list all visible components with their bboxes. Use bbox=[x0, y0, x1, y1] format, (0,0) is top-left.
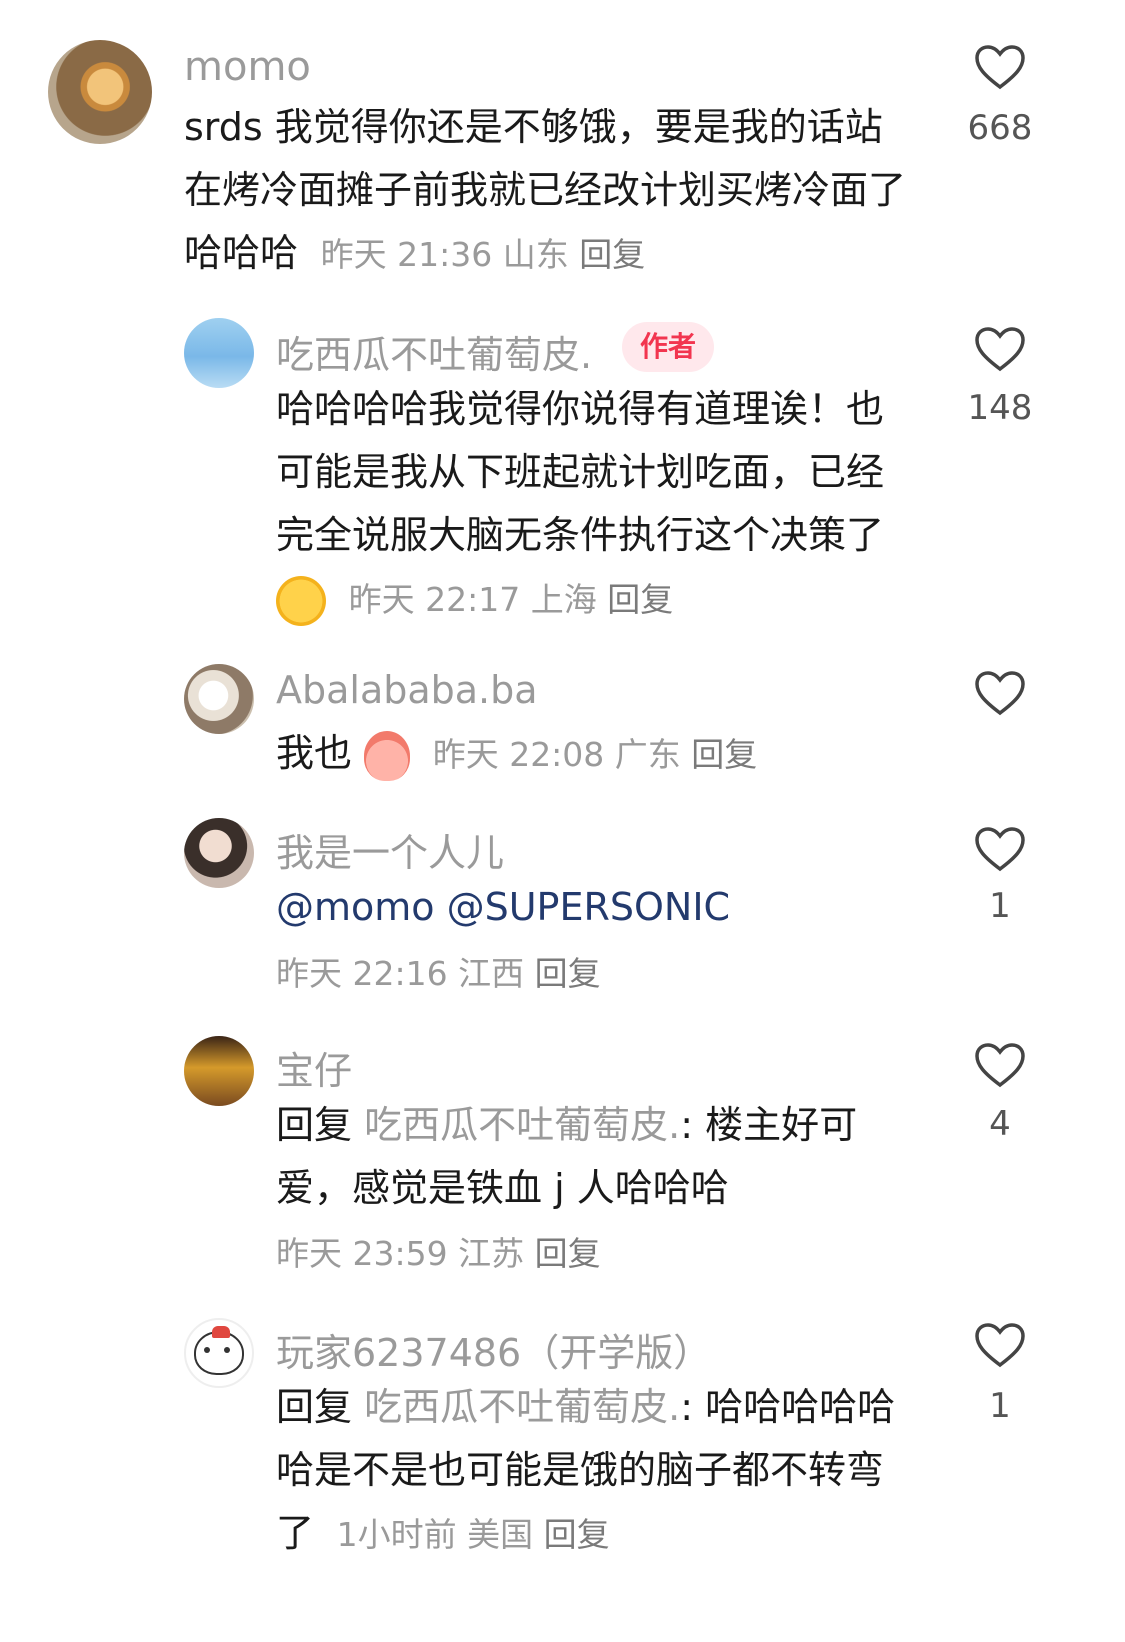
like-heart-icon[interactable] bbox=[974, 1322, 1026, 1368]
comment-time: 昨天 23:59 bbox=[276, 1234, 448, 1273]
comment-location: 美国 bbox=[467, 1515, 534, 1554]
like-heart-icon[interactable] bbox=[974, 826, 1026, 872]
comment-text: srds 我觉得你还是不够饿，要是我的话站在烤冷面摊子前我就已经改计划买烤冷面了… bbox=[184, 96, 914, 286]
reply-button[interactable]: 回复 bbox=[691, 735, 757, 774]
avatar[interactable] bbox=[184, 1318, 254, 1388]
reply-button[interactable]: 回复 bbox=[579, 235, 645, 274]
comment-location: 江西 bbox=[458, 954, 525, 993]
commenter-name[interactable]: 玩家6237486（开学版） bbox=[276, 1322, 711, 1377]
author-badge: 作者 bbox=[622, 322, 715, 372]
like-count: 668 bbox=[967, 108, 1033, 148]
reply-button[interactable]: 回复 bbox=[544, 1515, 610, 1554]
like-count: 4 bbox=[989, 1104, 1011, 1144]
like-count: 148 bbox=[967, 388, 1033, 428]
avatar[interactable] bbox=[48, 40, 152, 144]
comment-body: 我也 bbox=[276, 731, 353, 775]
comment-text: 哈哈哈哈我觉得你说得有道理诶！也可能是我从下班起就计划吃面，已经完全说服大脑无条… bbox=[276, 378, 916, 631]
laughing-tears-emoji-icon bbox=[276, 575, 326, 626]
avatar[interactable] bbox=[184, 318, 254, 388]
comment-time: 昨天 22:16 bbox=[276, 954, 448, 993]
replied-user-name[interactable]: 吃西瓜不吐葡萄皮. bbox=[364, 1103, 680, 1147]
comment-text: 回复 吃西瓜不吐葡萄皮.: 楼主好可爱，感觉是铁血 j 人哈哈哈 bbox=[276, 1094, 916, 1220]
commenter-name[interactable]: 吃西瓜不吐葡萄皮. bbox=[276, 324, 592, 379]
like-heart-icon[interactable] bbox=[974, 1042, 1026, 1088]
comment-meta: 1小时前 美国 回复 bbox=[326, 1515, 610, 1554]
comment-location: 江苏 bbox=[458, 1234, 525, 1273]
comment-location: 上海 bbox=[530, 580, 597, 619]
mention-link[interactable]: @SUPERSONIC bbox=[447, 885, 730, 929]
comment-text: @momo @SUPERSONIC bbox=[276, 876, 916, 939]
replied-user-name[interactable]: 吃西瓜不吐葡萄皮. bbox=[364, 1385, 680, 1429]
avatar[interactable] bbox=[184, 664, 254, 734]
colon: : bbox=[680, 1103, 694, 1147]
reply-button[interactable]: 回复 bbox=[607, 580, 673, 619]
comment-time: 昨天 22:17 bbox=[348, 580, 521, 619]
comment-time: 1小时前 bbox=[336, 1515, 457, 1554]
avatar[interactable] bbox=[184, 818, 254, 888]
comment-location: 山东 bbox=[502, 235, 569, 274]
comment-meta: 昨天 22:08 广东 回复 bbox=[422, 735, 758, 774]
comment-time: 昨天 22:08 bbox=[432, 735, 605, 774]
comment-meta: 昨天 21:36 山东 回复 bbox=[310, 235, 646, 274]
comment-meta: 昨天 23:59 江苏 回复 bbox=[276, 1222, 601, 1285]
reply-button[interactable]: 回复 bbox=[535, 1234, 601, 1273]
reply-button[interactable]: 回复 bbox=[535, 954, 601, 993]
colon: : bbox=[680, 1385, 694, 1429]
reply-prefix: 回复 bbox=[276, 1103, 353, 1147]
reply-prefix: 回复 bbox=[276, 1385, 353, 1429]
mention-link[interactable]: @momo bbox=[276, 885, 435, 929]
commenter-name[interactable]: Abalababa.ba bbox=[276, 668, 538, 712]
comment-time: 昨天 21:36 bbox=[320, 235, 493, 274]
like-count: 1 bbox=[989, 886, 1011, 926]
like-heart-icon[interactable] bbox=[974, 44, 1026, 90]
like-count: 1 bbox=[989, 1386, 1011, 1426]
commenter-name[interactable]: 宝仔 bbox=[276, 1040, 352, 1095]
commenter-name[interactable]: 我是一个人儿 bbox=[276, 822, 504, 877]
comment-body: 哈哈哈哈我觉得你说得有道理诶！也可能是我从下班起就计划吃面，已经完全说服大脑无条… bbox=[276, 387, 885, 557]
comment-meta: 昨天 22:16 江西 回复 bbox=[276, 942, 601, 1005]
peach-emoji-icon bbox=[364, 730, 411, 781]
like-heart-icon[interactable] bbox=[974, 670, 1026, 716]
comment-text: 回复 吃西瓜不吐葡萄皮.: 哈哈哈哈哈哈是不是也可能是饿的脑子都不转弯了 1小时… bbox=[276, 1376, 916, 1566]
avatar[interactable] bbox=[184, 1036, 254, 1106]
like-heart-icon[interactable] bbox=[974, 326, 1026, 372]
comment-text: 我也 昨天 22:08 广东 回复 bbox=[276, 722, 916, 786]
comment-location: 广东 bbox=[614, 735, 681, 774]
comment-meta: 昨天 22:17 上海 回复 bbox=[338, 580, 674, 619]
commenter-name[interactable]: momo bbox=[184, 44, 311, 90]
avatar-hat-icon bbox=[212, 1326, 230, 1338]
